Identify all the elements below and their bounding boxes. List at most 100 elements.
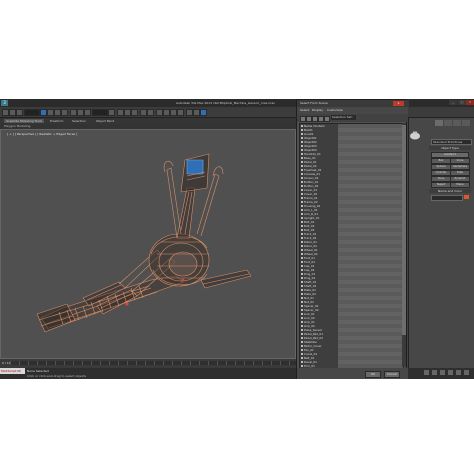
name-color-header[interactable]: Name and Color (429, 189, 471, 193)
frame-ticks (10, 361, 296, 365)
object-name-field[interactable] (431, 195, 463, 201)
teapot-button[interactable]: Teapot (431, 182, 451, 188)
menu-customize[interactable]: Customize (327, 108, 343, 113)
maxscript-listener[interactable]: MAXScript Mi (0, 368, 25, 374)
selection-status: None Selected (27, 369, 49, 373)
object-type-icon (301, 253, 303, 255)
render-frame-icon[interactable] (193, 109, 200, 116)
track-bar[interactable] (10, 361, 296, 365)
motion-tab-icon[interactable] (462, 120, 470, 126)
viewport-navigation (420, 368, 474, 379)
render-icon[interactable] (200, 109, 207, 116)
angle-snap-icon[interactable] (124, 109, 131, 116)
percent-snap-icon[interactable] (131, 109, 138, 116)
menu-select[interactable]: Select (300, 108, 309, 113)
object-type-icon (301, 277, 303, 279)
object-type-icon (301, 209, 303, 211)
move-icon[interactable] (70, 109, 77, 116)
object-type-icon (301, 193, 303, 195)
object-type-icon (301, 181, 303, 183)
tab-freeform[interactable]: Freeform (48, 119, 65, 123)
plane-button[interactable]: Plane (450, 182, 470, 188)
select-by-name-icon[interactable] (47, 109, 54, 116)
ok-button[interactable]: OK (365, 371, 381, 378)
scroll-thumb[interactable] (402, 125, 406, 335)
rect-selection-icon[interactable] (54, 109, 61, 116)
filter-helpers-icon[interactable] (324, 116, 330, 122)
layer-icon[interactable] (156, 109, 163, 116)
object-type-icon (301, 149, 303, 151)
pan-icon[interactable] (456, 370, 461, 375)
field-of-view-icon[interactable] (448, 370, 453, 375)
perspective-viewport[interactable]: [ + ] [ Perspective ] [ Realistic + Edge… (0, 129, 296, 359)
command-tabs (411, 120, 473, 127)
menu-display[interactable]: Display (312, 108, 323, 113)
object-type-icon (301, 249, 303, 251)
object-type-icon (301, 213, 303, 215)
window-crossing-icon[interactable] (61, 109, 68, 116)
object-type-icon (301, 353, 303, 355)
window-title: Autodesk 3ds Max 2013 x64 Elliptical_Mac… (176, 101, 275, 105)
object-type-icon (301, 141, 303, 143)
object-type-icon (301, 365, 303, 367)
scene-object-list[interactable]: Name (Sorted) Box01 Line01 Object01 Object02… (299, 123, 404, 369)
pivot-icon[interactable] (108, 109, 115, 116)
minimize-icon[interactable]: _ (449, 100, 457, 105)
align-icon[interactable] (147, 109, 154, 116)
redo-icon[interactable] (9, 109, 16, 116)
scale-icon[interactable] (84, 109, 91, 116)
object-type-icon (301, 293, 303, 295)
reference-coord-dropdown[interactable] (92, 109, 108, 116)
object-color-swatch[interactable] (464, 195, 469, 199)
selection-set-field[interactable]: Selection Set: (331, 115, 356, 120)
curve-editor-icon[interactable] (163, 109, 170, 116)
link-icon[interactable] (16, 109, 23, 116)
object-type-icon (301, 349, 303, 351)
render-setup-icon[interactable] (186, 109, 193, 116)
object-type-icon (301, 273, 303, 275)
object-type-icon (301, 269, 303, 271)
object-type-icon (301, 169, 303, 171)
tab-graphite-modeling[interactable]: Graphite Modeling Tools (4, 119, 45, 123)
object-type-icon (301, 185, 303, 187)
app-logo-icon[interactable]: 3 (1, 100, 8, 106)
select-object-icon[interactable] (40, 109, 47, 116)
object-type-icon (301, 289, 303, 291)
object-type-icon (301, 161, 303, 163)
create-tab-icon[interactable] (435, 120, 443, 126)
object-type-icon (301, 257, 303, 259)
mirror-icon[interactable] (140, 109, 147, 116)
primitive-category-dropdown[interactable]: Standard Primitives (431, 139, 472, 145)
tab-selection[interactable]: Selection (70, 119, 88, 123)
select-from-scene-dialog: Select From Scene x Select Display Custo… (296, 99, 409, 379)
dialog-close-icon[interactable]: x (393, 101, 404, 106)
object-type-icon (301, 337, 303, 339)
selection-filter-dropdown[interactable] (24, 109, 40, 116)
schematic-icon[interactable] (170, 109, 177, 116)
material-editor-icon[interactable] (177, 109, 184, 116)
hierarchy-tab-icon[interactable] (453, 120, 461, 126)
snap-icon[interactable] (117, 109, 124, 116)
object-type-icon (301, 261, 303, 263)
object-type-icon (301, 245, 303, 247)
object-type-icon (301, 189, 303, 191)
teapot-icon (410, 131, 420, 140)
zoom-icon[interactable] (424, 370, 429, 375)
list-scrollbar[interactable] (402, 123, 406, 367)
undo-icon[interactable] (2, 109, 9, 116)
maximize-icon[interactable]: □ (458, 100, 466, 105)
orbit-icon[interactable] (464, 370, 469, 375)
close-icon[interactable]: × (466, 100, 474, 105)
object-type-icon (301, 157, 303, 159)
object-type-icon (301, 221, 303, 223)
modify-tab-icon[interactable] (444, 120, 452, 126)
object-type-header[interactable]: Object Type (429, 146, 471, 150)
cancel-button[interactable]: Cancel (384, 371, 400, 378)
zoom-all-icon[interactable] (432, 370, 437, 375)
rotate-icon[interactable] (77, 109, 84, 116)
tab-object-paint[interactable]: Object Paint (94, 119, 116, 123)
object-type-icon (301, 309, 303, 311)
object-type-icon (301, 225, 303, 227)
zoom-extents-icon[interactable] (440, 370, 445, 375)
object-type-icon (301, 145, 303, 147)
